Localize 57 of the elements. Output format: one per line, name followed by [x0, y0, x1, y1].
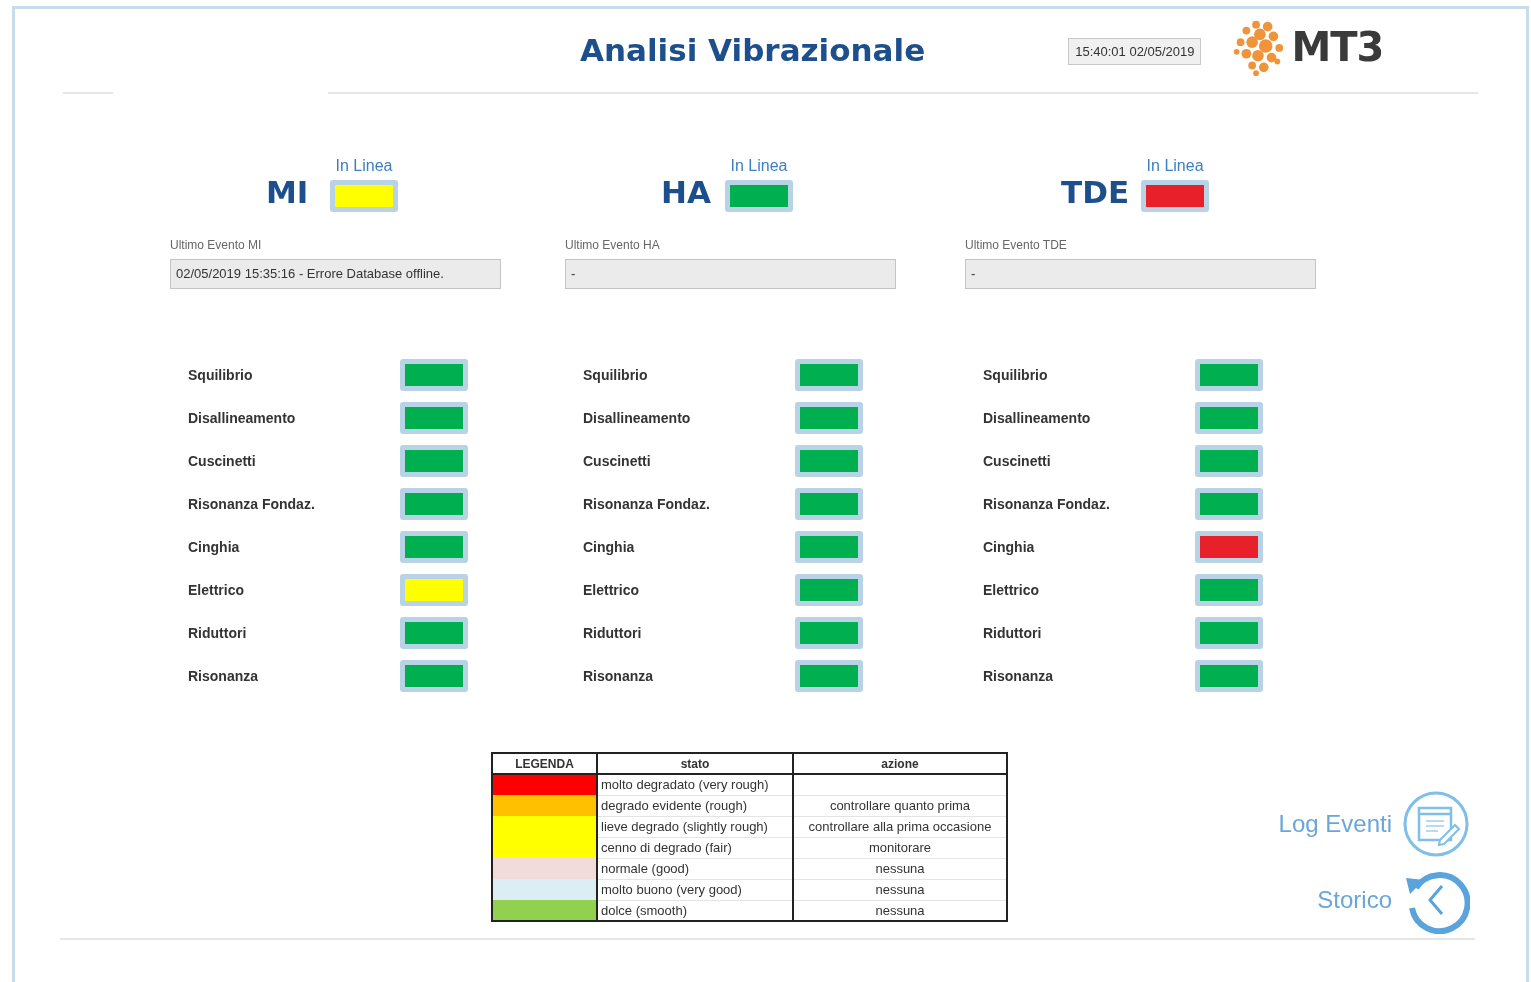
check-label: Cuscinetti [188, 451, 257, 471]
legend-azione: controllare quanto prima [793, 795, 1007, 816]
check-label: Disallineamento [983, 408, 1092, 428]
check-label: Cuscinetti [983, 451, 1052, 471]
check-label: Cinghia [583, 537, 636, 557]
legend-header: azione [793, 753, 1007, 774]
check-label: Disallineamento [583, 408, 692, 428]
event-field: 02/05/2019 15:35:16 - Errore Database offline. [170, 259, 501, 289]
legend-stato: dolce (smooth) [597, 900, 793, 921]
machine-name: MI [266, 177, 310, 208]
legend-stato: normale (good) [597, 858, 793, 879]
legend-azione: monitorare [793, 837, 1007, 858]
check-label: Cinghia [983, 537, 1036, 557]
status-label: In Linea [730, 156, 788, 176]
check-label: Risonanza Fondaz. [188, 494, 316, 514]
check-label: Riduttori [583, 623, 643, 643]
check-label: Risonanza Fondaz. [583, 494, 711, 514]
check-label: Risonanza [583, 666, 654, 686]
legend-stato: degrado evidente (rough) [597, 795, 793, 816]
logo-text: MT3 [1291, 26, 1384, 67]
status-label: In Linea [1146, 156, 1204, 176]
event-label: Ultimo Evento HA [565, 237, 661, 254]
legend-azione: controllare alla prima occasione [793, 816, 1007, 837]
legend-stato: lieve degrado (slightly rough) [597, 816, 793, 837]
check-label: Squilibrio [583, 365, 649, 385]
legend-azione: nessuna [793, 879, 1007, 900]
check-label: Disallineamento [188, 408, 297, 428]
legend-stato: molto buono (very good) [597, 879, 793, 900]
legend-stato: cenno di degrado (fair) [597, 837, 793, 858]
check-label: Elettrico [188, 580, 245, 600]
check-label: Risonanza [983, 666, 1054, 686]
check-label: Cuscinetti [583, 451, 652, 471]
check-label: Elettrico [983, 580, 1040, 600]
check-label: Risonanza [188, 666, 259, 686]
legend-header: stato [597, 753, 793, 774]
check-label: Squilibrio [188, 365, 254, 385]
check-label: Cinghia [188, 537, 241, 557]
legend-azione: nessuna [793, 858, 1007, 879]
timestamp-field: 15:40:01 02/05/2019 [1068, 37, 1202, 66]
machine-name: HA [661, 177, 712, 208]
log-events-button[interactable]: Log Eventi [1278, 790, 1470, 858]
legend-azione: nessuna [793, 900, 1007, 921]
event-field: - [965, 259, 1316, 289]
event-label: Ultimo Evento MI [170, 237, 263, 254]
check-label: Squilibrio [983, 365, 1049, 385]
check-label: Riduttori [188, 623, 248, 643]
status-label: In Linea [335, 156, 393, 176]
event-label: Ultimo Evento TDE [965, 237, 1068, 254]
history-button[interactable]: Storico [1317, 866, 1470, 934]
event-field: - [565, 259, 896, 289]
check-label: Elettrico [583, 580, 640, 600]
check-label: Risonanza Fondaz. [983, 494, 1111, 514]
machine-name: TDE [1061, 177, 1130, 208]
check-label: Riduttori [983, 623, 1043, 643]
notepad-pencil-icon [1402, 790, 1470, 858]
legend-stato: molto degradato (very rough) [597, 774, 793, 795]
page-title: Analisi Vibrazionale [580, 31, 926, 71]
